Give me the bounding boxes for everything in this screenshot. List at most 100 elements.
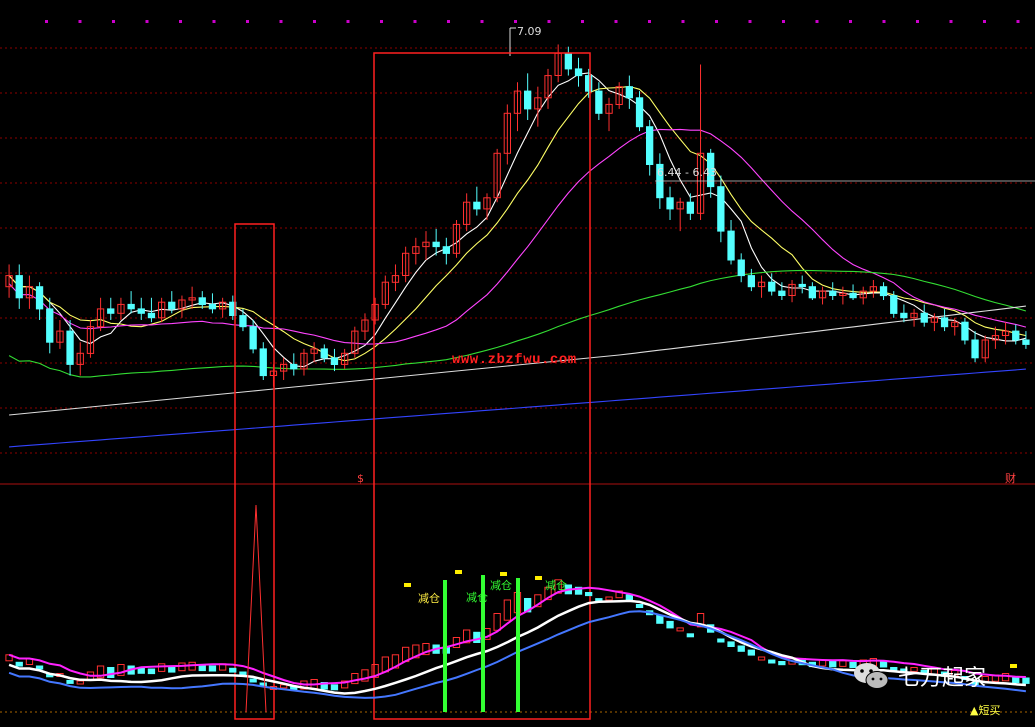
top-dot <box>882 20 886 23</box>
candle-body <box>147 312 156 319</box>
signal-label-4: 减仓 <box>545 579 567 592</box>
indicator-bar <box>330 684 339 691</box>
candle-body <box>198 297 206 305</box>
candle-body <box>849 292 857 299</box>
top-dot <box>480 20 484 23</box>
indicator-bar <box>66 679 74 684</box>
candle-body <box>35 286 44 310</box>
candle-body <box>900 312 908 319</box>
stock-chart: www.zbzfwu.com 7.09 6.44 - 6.43 财 $ 减仓 减… <box>0 0 1035 723</box>
candle-body <box>737 259 745 277</box>
top-dot <box>380 20 383 23</box>
top-dot <box>916 20 919 23</box>
candle-body <box>473 201 481 210</box>
indicator-bar <box>768 659 776 664</box>
top-dot <box>581 20 584 23</box>
candle-body <box>646 126 654 165</box>
candle-body <box>778 290 786 297</box>
candle-body <box>432 241 440 248</box>
indicator-bar <box>676 627 684 632</box>
top-dot <box>447 20 450 23</box>
indicator-bar <box>452 637 461 648</box>
candle-body <box>1022 339 1030 345</box>
top-dot <box>983 20 986 23</box>
indicator-bar <box>381 656 390 673</box>
top-dot <box>815 20 819 23</box>
candle-body <box>1012 330 1020 341</box>
candle-body <box>808 286 817 299</box>
top-dot <box>782 20 785 23</box>
candle-body <box>168 301 176 310</box>
candle-body <box>961 321 969 341</box>
yellow-marker <box>404 583 411 587</box>
indicator-bar <box>737 645 745 652</box>
candle-body <box>625 86 634 99</box>
candle-body <box>940 317 949 328</box>
top-dot <box>614 20 618 23</box>
candle-body <box>107 308 115 314</box>
candle-body <box>564 52 573 70</box>
indicator-bar <box>473 631 481 643</box>
top-dot <box>514 20 517 23</box>
indicator-bar <box>656 615 664 624</box>
top-dot <box>212 20 216 23</box>
indicator-bar <box>208 665 217 672</box>
indicator-bar <box>666 620 674 629</box>
indicator-bar <box>778 661 786 666</box>
candle-body <box>595 90 603 114</box>
yellow-marker <box>1010 664 1017 668</box>
candle-body <box>15 275 23 299</box>
candle-body <box>127 303 135 310</box>
top-dot <box>849 20 852 23</box>
top-dot <box>949 20 953 23</box>
finance-marker[interactable]: 财 <box>1005 470 1016 486</box>
indicator-bar <box>747 649 756 656</box>
indicator-bar <box>1022 677 1030 684</box>
indicator-bar <box>107 667 115 678</box>
candle-body <box>442 246 451 254</box>
candle-body <box>635 97 644 128</box>
indicator-bar <box>605 596 613 601</box>
candle-body <box>239 315 247 328</box>
indicator-bar <box>351 673 359 685</box>
top-dot <box>145 20 149 23</box>
indicator-bar <box>158 663 166 672</box>
candle-body <box>585 75 593 92</box>
candle-body <box>768 281 776 292</box>
top-dot <box>413 20 417 23</box>
indicator-bar <box>1001 673 1010 682</box>
top-dot <box>681 20 685 23</box>
candle-body <box>717 186 725 232</box>
indicator-bar <box>229 667 237 673</box>
indicator-bar <box>585 592 593 597</box>
indicator-bar <box>635 604 644 608</box>
candle-body <box>66 330 74 365</box>
top-dot <box>346 20 350 23</box>
yellow-marker <box>455 570 462 574</box>
top-dot <box>1016 20 1020 23</box>
top-dot <box>313 20 316 23</box>
brand-badge: 七万起家 <box>852 660 986 692</box>
candle-body <box>879 286 888 297</box>
indicator-bar <box>35 665 44 670</box>
candle-body <box>829 290 837 297</box>
candle-body <box>137 308 145 314</box>
candle-body <box>208 303 217 310</box>
indicator-bar <box>147 668 156 675</box>
yellow-marker <box>535 576 542 580</box>
candle-body <box>666 197 674 210</box>
signal-bar <box>516 578 520 712</box>
candle-body <box>249 326 257 350</box>
candle-body <box>686 201 695 214</box>
indicator-bar <box>757 656 766 661</box>
top-dot <box>45 20 48 23</box>
candle-body <box>727 230 735 261</box>
signal-bar <box>443 580 447 712</box>
indicator-bar <box>493 613 501 631</box>
candle-body <box>524 90 532 110</box>
indicator-bar <box>249 678 257 683</box>
indicator-bar <box>15 661 23 667</box>
top-dot <box>112 20 115 23</box>
top-dot <box>715 20 718 23</box>
indicator-bar <box>686 633 695 638</box>
